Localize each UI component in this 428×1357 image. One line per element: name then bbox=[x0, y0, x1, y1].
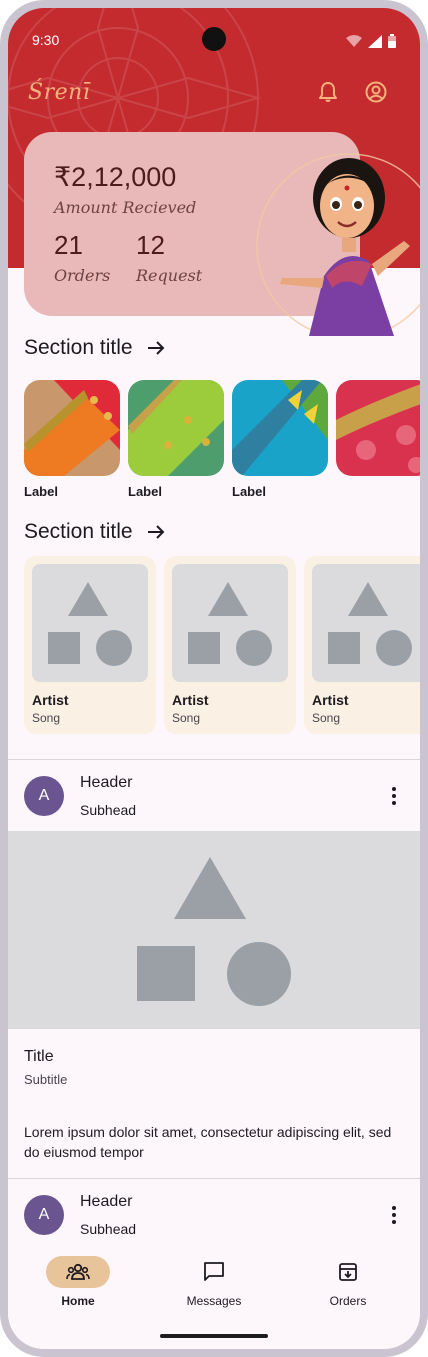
saree-image bbox=[24, 380, 120, 476]
more-vert-icon[interactable] bbox=[382, 1201, 406, 1229]
card-subtitle: Subtitle bbox=[24, 1072, 68, 1087]
section2-title[interactable]: Section title bbox=[24, 520, 165, 544]
saree-label: Label bbox=[128, 484, 162, 499]
account-button[interactable] bbox=[364, 80, 388, 104]
media-song: Song bbox=[32, 711, 61, 725]
list-item-subhead: Subhead bbox=[80, 1221, 137, 1237]
battery-icon bbox=[388, 34, 396, 48]
saree-item[interactable]: Label bbox=[232, 380, 328, 499]
nav-indicator bbox=[182, 1256, 246, 1288]
media-card[interactable]: Artist Song bbox=[304, 556, 420, 734]
people-icon bbox=[66, 1263, 90, 1280]
nav-item-orders[interactable]: Orders bbox=[298, 1256, 398, 1308]
arrow-right-icon bbox=[147, 341, 164, 355]
media-song: Song bbox=[172, 711, 201, 725]
wifi-icon bbox=[346, 35, 362, 47]
media-card[interactable]: Artist Song bbox=[24, 556, 156, 734]
list-item-header: Header bbox=[80, 1193, 133, 1210]
status-icons bbox=[346, 34, 396, 48]
account-circle-icon bbox=[365, 81, 387, 103]
camera-cutout bbox=[202, 27, 226, 51]
avatar[interactable]: A bbox=[24, 1195, 64, 1235]
device-frame: 9:30 Śrenī ₹2,12,000 Amount Recieved 21 … bbox=[0, 0, 428, 1357]
section1-title-text: Section title bbox=[24, 336, 133, 359]
signal-icon bbox=[368, 34, 382, 48]
card-body-text: Lorem ipsum dolor sit amet, consectetur … bbox=[24, 1124, 392, 1160]
archive-icon bbox=[339, 1263, 357, 1281]
more-vert-icon[interactable] bbox=[382, 782, 406, 810]
nav-label: Home bbox=[61, 1294, 95, 1308]
bottom-navigation: Home Messages Orders bbox=[8, 1244, 420, 1349]
media-image-placeholder bbox=[32, 564, 148, 682]
media-song: Song bbox=[312, 711, 341, 725]
avatar[interactable]: A bbox=[24, 776, 64, 816]
orders-value: 21 bbox=[54, 230, 83, 260]
message-icon bbox=[204, 1262, 224, 1281]
card-title: Title bbox=[24, 1048, 54, 1065]
app-screen: 9:30 Śrenī ₹2,12,000 Amount Recieved 21 … bbox=[8, 8, 420, 1349]
saree-image bbox=[128, 380, 224, 476]
media-image-placeholder bbox=[312, 564, 420, 682]
saree-label: Label bbox=[24, 484, 58, 499]
brand-logo[interactable]: Śrenī bbox=[28, 80, 90, 105]
saree-item[interactable]: Label bbox=[24, 380, 120, 499]
card-media-placeholder bbox=[8, 831, 420, 1029]
media-artist: Artist bbox=[32, 692, 69, 708]
section2-title-text: Section title bbox=[24, 520, 133, 543]
status-bar: 9:30 bbox=[8, 8, 420, 56]
nav-label: Messages bbox=[186, 1294, 242, 1308]
saree-item[interactable] bbox=[336, 380, 420, 499]
nav-item-home[interactable]: Home bbox=[28, 1256, 128, 1308]
mascot-illustration bbox=[256, 153, 420, 336]
saree-image bbox=[336, 380, 420, 476]
media-card[interactable]: Artist Song bbox=[164, 556, 296, 734]
status-time: 9:30 bbox=[32, 32, 60, 48]
saree-item[interactable]: Label bbox=[128, 380, 224, 499]
saree-label: Label bbox=[232, 484, 266, 499]
media-artist: Artist bbox=[312, 692, 349, 708]
list-item-2[interactable]: A Header Subhead bbox=[8, 1179, 420, 1251]
media-carousel[interactable]: Artist Song Artist Song Artist Song bbox=[24, 556, 420, 734]
nav-indicator bbox=[316, 1256, 380, 1288]
section1-title[interactable]: Section title bbox=[24, 336, 165, 360]
gesture-handle[interactable] bbox=[160, 1334, 268, 1338]
orders-label: Orders bbox=[54, 266, 111, 285]
requests-value: 12 bbox=[136, 230, 165, 260]
nav-indicator bbox=[46, 1256, 110, 1288]
nav-item-messages[interactable]: Messages bbox=[164, 1256, 264, 1308]
media-image-placeholder bbox=[172, 564, 288, 682]
saree-image bbox=[232, 380, 328, 476]
saree-carousel[interactable]: Label Label Label bbox=[24, 380, 420, 499]
list-item-subhead: Subhead bbox=[80, 802, 137, 818]
list-item-header: Header bbox=[80, 774, 133, 791]
amount-label: Amount Recieved bbox=[54, 198, 197, 217]
notification-button[interactable] bbox=[316, 80, 340, 104]
amount-value: ₹2,12,000 bbox=[54, 162, 177, 192]
arrow-right-icon bbox=[147, 525, 164, 539]
media-artist: Artist bbox=[172, 692, 209, 708]
requests-label: Request bbox=[136, 266, 203, 285]
nav-label: Orders bbox=[329, 1294, 367, 1308]
list-item-1[interactable]: A Header Subhead bbox=[8, 760, 420, 832]
bell-icon bbox=[319, 82, 337, 102]
